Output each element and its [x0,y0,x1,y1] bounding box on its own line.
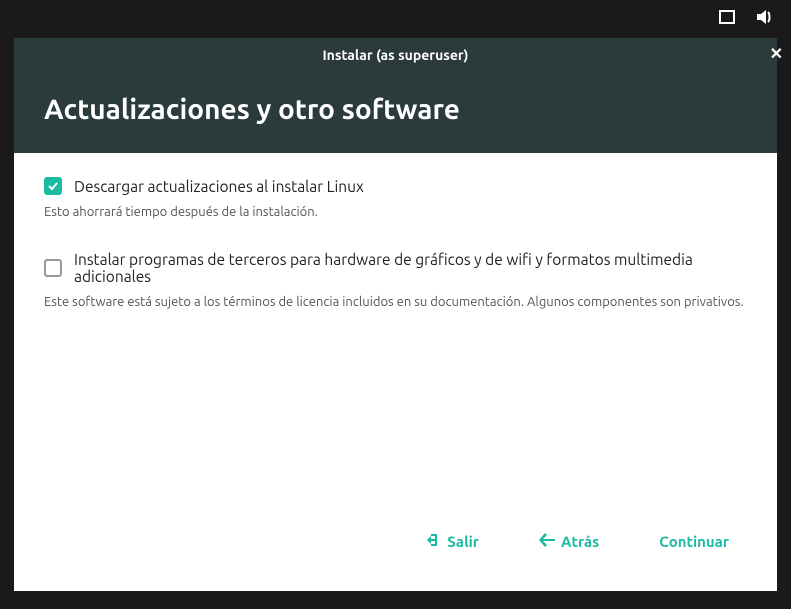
system-top-bar [0,0,791,38]
back-label: Atrás [561,533,599,550]
option-third-party: Instalar programas de terceros para hard… [44,251,747,309]
bottom-strip [14,591,777,609]
option-description: Este software está sujeto a los términos… [44,295,747,309]
arrow-left-icon [539,533,555,550]
installer-content: Descargar actualizaciones al instalar Li… [14,153,777,591]
back-button[interactable]: Atrás [539,533,599,550]
footer-nav: Salir Atrás Continuar [44,522,747,567]
continue-label: Continuar [659,533,729,550]
checkbox-third-party[interactable] [44,259,62,277]
exit-icon [425,532,441,551]
continue-button[interactable]: Continuar [659,533,729,550]
volume-icon[interactable] [755,9,773,29]
close-icon[interactable]: ✕ [770,44,783,63]
window-restore-icon[interactable] [719,10,735,28]
window-title: Instalar (as superuser) [322,47,468,63]
option-label[interactable]: Instalar programas de terceros para hard… [74,251,747,285]
checkbox-download-updates[interactable] [44,177,62,195]
option-download-updates: Descargar actualizaciones al instalar Li… [44,177,747,219]
page-title: Actualizaciones y otro software [14,72,777,153]
option-description: Esto ahorrará tiempo después de la insta… [44,205,747,219]
window-title-bar: Instalar (as superuser) ✕ [14,38,777,72]
option-label[interactable]: Descargar actualizaciones al instalar Li… [74,178,364,195]
quit-button[interactable]: Salir [425,532,479,551]
quit-label: Salir [447,533,479,550]
